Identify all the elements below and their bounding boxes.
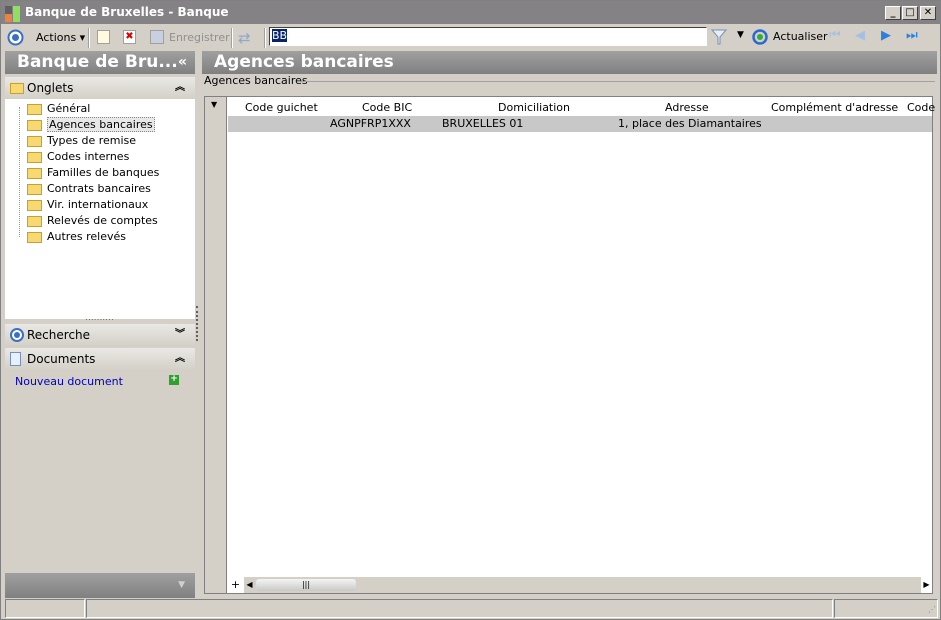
last-record-icon[interactable]: ⏭ [906,28,918,43]
cell-adresse: 1, place des Diamantaires [618,117,762,130]
left-panel: Banque de Bru... « Onglets ︽ Général Agenc… [5,51,195,598]
cell-domiciliation: BRUXELLES 01 [442,117,524,130]
tabs-tree: Général Agences bancaires Types de remis… [5,99,195,319]
cell-code-bic: AGNPFRP1XXX [330,117,411,130]
next-record-icon[interactable]: ▶ [881,28,891,43]
column-header[interactable]: Adresse [665,99,709,116]
tree-item-vir-internationaux[interactable]: Vir. internationaux [27,197,148,213]
save-button[interactable]: Enregistrer [169,29,230,47]
recherche-section-header[interactable]: Recherche ︾ [5,324,195,346]
column-header[interactable]: Complément d'adresse [771,99,898,116]
maximize-button[interactable]: □ [902,6,918,20]
vertical-splitter[interactable] [196,306,199,341]
status-bar: ⋰ [5,599,938,618]
scroll-right-button[interactable]: ▶ [921,577,932,593]
close-button[interactable]: ✕ [920,6,936,20]
sync-icon[interactable]: ⇄ [238,29,251,47]
filter-icon[interactable] [711,29,727,46]
tree-item-releves-de-comptes[interactable]: Relevés de comptes [27,213,158,229]
panel-footer-chevron[interactable]: ▼ [5,573,195,598]
table-row[interactable]: AGNPFRP1XXX BRUXELLES 01 1, place des Di… [228,116,932,132]
document-icon [10,352,21,366]
documents-section-header[interactable]: Documents ︽ [5,348,195,370]
add-row-button[interactable]: + [228,577,243,593]
add-document-icon[interactable]: + [169,375,179,385]
tree-item-familles-de-banques[interactable]: Familles de banques [27,165,159,181]
filter-dropdown[interactable]: ▼ [737,30,744,40]
tree-item-codes-internes[interactable]: Codes internes [27,149,129,165]
left-panel-header: Banque de Bru... « [5,51,195,74]
onglets-section-header[interactable]: Onglets ︽ [5,77,195,99]
new-icon[interactable] [97,30,110,44]
tree-item-contrats-bancaires[interactable]: Contrats bancaires [27,181,151,197]
column-header[interactable]: Domiciliation [498,99,570,116]
first-record-icon[interactable]: ⏮ [829,28,841,43]
main-panel: Agences bancaires Agences bancaires ▼ Co… [202,51,937,596]
horizontal-scrollbar[interactable]: ◀ ||| ▶ [244,577,932,593]
previous-record-icon[interactable]: ◀ [855,28,865,43]
scroll-left-button[interactable]: ◀ [244,577,255,593]
refresh-icon [752,29,768,45]
new-document-link[interactable]: Nouveau document [15,375,123,388]
search-target-icon [10,328,24,342]
refresh-button[interactable]: Actualiser [773,30,828,43]
agencies-grid: ▼ Code guichet Code BIC Domiciliation Ad… [204,96,935,594]
page-title: Agences bancaires [202,51,937,74]
column-header[interactable]: Code BIC [362,99,412,116]
tree-item-agences-bancaires[interactable]: Agences bancaires [27,117,155,133]
tree-item-types-de-remise[interactable]: Types de remise [27,133,136,149]
scrollbar-thumb[interactable]: ||| [256,579,356,591]
actions-menu[interactable]: Actions ▾ [36,29,85,47]
tree-item-general[interactable]: Général [27,101,90,117]
collapse-panel-button[interactable]: « [178,51,187,74]
actions-label: Actions [36,31,77,44]
save-icon [150,30,164,44]
group-label: Agences bancaires [204,74,311,87]
search-input[interactable]: BB [269,27,707,46]
app-icon [5,6,20,22]
minimize-button[interactable]: _ [885,6,901,20]
tree-item-autres-releves[interactable]: Autres relevés [27,229,126,245]
column-chooser-icon[interactable]: ▼ [211,100,217,109]
resize-grip-icon[interactable]: ⋰ [928,605,936,614]
column-header[interactable]: Code guichet [245,99,318,116]
target-icon[interactable] [7,29,24,46]
title-bar: Banque de Bruxelles - Banque [1,1,941,24]
delete-icon[interactable]: ✖ [123,30,136,44]
column-header[interactable]: Code [907,99,935,116]
